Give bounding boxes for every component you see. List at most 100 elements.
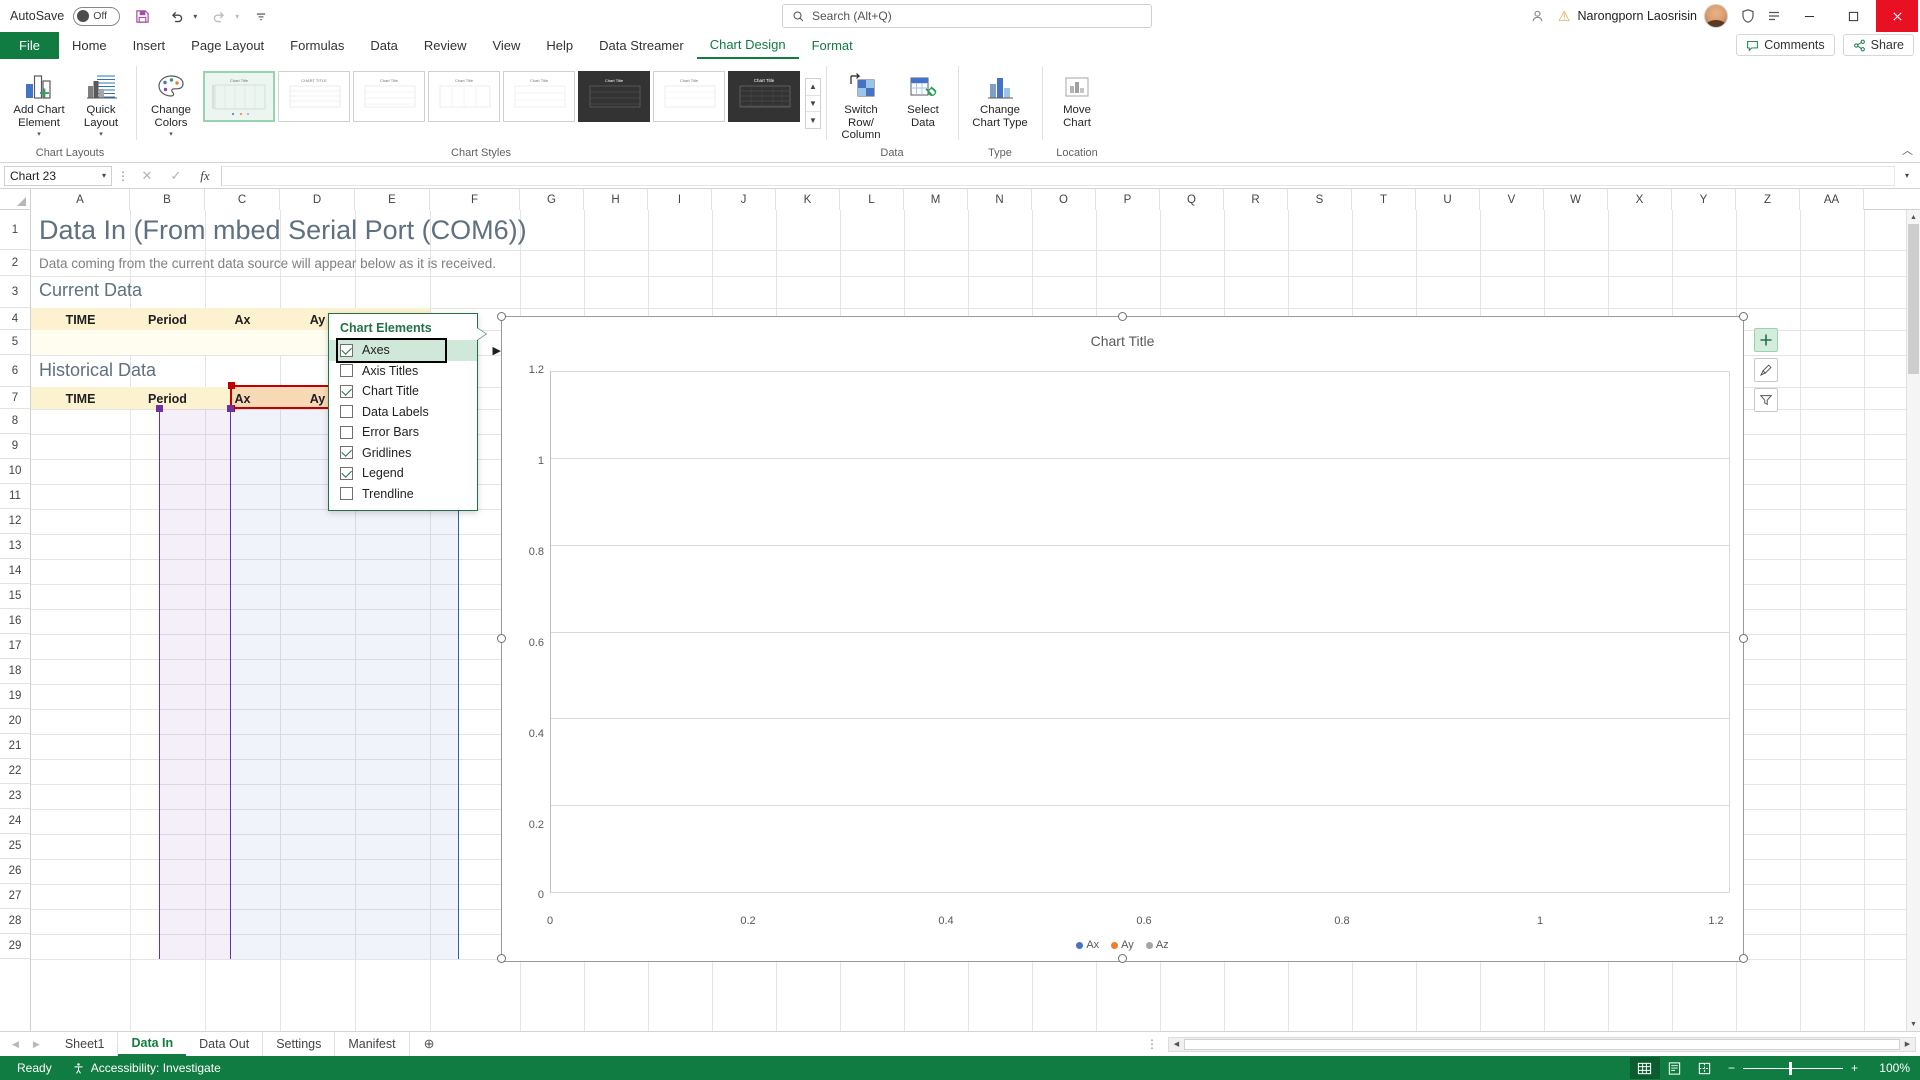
- row-header-17[interactable]: 17: [0, 634, 30, 659]
- row-header-19[interactable]: 19: [0, 684, 30, 709]
- zoom-level[interactable]: 100%: [1866, 1061, 1910, 1075]
- chart-style-thumb-2[interactable]: CHART TITLE: [278, 71, 350, 122]
- sheet-tab-manifest[interactable]: Manifest: [335, 1032, 410, 1056]
- chart-element-legend[interactable]: Legend: [329, 463, 477, 484]
- page-layout-view-button[interactable]: [1660, 1057, 1690, 1079]
- range-handle-tl[interactable]: [228, 382, 235, 389]
- chart-element-error-bars[interactable]: Error Bars: [329, 422, 477, 443]
- column-header-U[interactable]: U: [1416, 189, 1480, 210]
- column-header-K[interactable]: K: [776, 189, 840, 210]
- chart-style-thumb-6[interactable]: Chart Title: [578, 71, 650, 122]
- ribbon-tab-data[interactable]: Data: [357, 32, 410, 59]
- name-box[interactable]: Chart 23 ▾: [4, 165, 112, 186]
- account-info[interactable]: ⚠ Narongporn Laosrisin: [1552, 4, 1734, 28]
- restore-button[interactable]: [1832, 0, 1874, 32]
- chart-handle-bottom-left[interactable]: [497, 954, 506, 963]
- checkbox-trendline[interactable]: [340, 487, 353, 501]
- scroll-up-icon[interactable]: ▲: [1907, 210, 1920, 224]
- accessibility-status[interactable]: Accessibility: Investigate: [62, 1061, 231, 1075]
- change-chart-type-button[interactable]: Change Chart Type: [963, 64, 1037, 129]
- horizontal-scrollbar[interactable]: ◀ ▶: [1168, 1036, 1916, 1052]
- ribbon-tab-format[interactable]: Format: [799, 32, 866, 59]
- row-header-7[interactable]: 7: [0, 387, 30, 409]
- chart-style-thumb-7[interactable]: Chart Title: [653, 71, 725, 122]
- ribbon-tab-file[interactable]: File: [0, 32, 59, 59]
- chevron-down-icon[interactable]: ▾: [102, 171, 106, 180]
- formula-bar-menu-icon[interactable]: ⋮: [115, 169, 131, 183]
- column-header-M[interactable]: M: [904, 189, 968, 210]
- row-header-13[interactable]: 13: [0, 534, 30, 559]
- minimize-button[interactable]: [1788, 0, 1830, 32]
- add-sheet-icon[interactable]: ⊕: [410, 1032, 449, 1056]
- checkbox-data-labels[interactable]: [340, 405, 353, 419]
- row-header-10[interactable]: 10: [0, 459, 30, 484]
- column-header-I[interactable]: I: [648, 189, 712, 210]
- chart-title[interactable]: Chart Title: [502, 333, 1743, 349]
- ribbon-tab-view[interactable]: View: [479, 32, 533, 59]
- column-header-Y[interactable]: Y: [1672, 189, 1736, 210]
- redo-icon[interactable]: [206, 4, 232, 28]
- column-header-D[interactable]: D: [280, 189, 355, 210]
- legend-item-az[interactable]: Az: [1145, 939, 1169, 951]
- ribbon-tab-data-streamer[interactable]: Data Streamer: [586, 32, 697, 59]
- zoom-in-button[interactable]: +: [1851, 1061, 1858, 1075]
- column-header-B[interactable]: B: [130, 189, 205, 210]
- zoom-knob[interactable]: [1788, 1061, 1792, 1075]
- gallery-scroll-down-icon[interactable]: ▼: [806, 96, 820, 113]
- chart-handle-top-center[interactable]: [1118, 312, 1127, 321]
- column-header-W[interactable]: W: [1544, 189, 1608, 210]
- row-header-27[interactable]: 27: [0, 884, 30, 909]
- checkbox-error-bars[interactable]: [340, 425, 353, 439]
- gallery-expand-icon[interactable]: ▼: [806, 112, 820, 128]
- ribbon-tab-review[interactable]: Review: [411, 32, 480, 59]
- sheet-tab-settings[interactable]: Settings: [263, 1032, 336, 1056]
- row-header-15[interactable]: 15: [0, 584, 30, 609]
- chart-element-trendline[interactable]: Trendline: [329, 484, 477, 505]
- row-header-21[interactable]: 21: [0, 734, 30, 759]
- chart-filters-button[interactable]: [1754, 388, 1778, 412]
- row-header-11[interactable]: 11: [0, 484, 30, 509]
- comments-button[interactable]: Comments: [1736, 34, 1835, 56]
- sheet-resize-handle[interactable]: ⋮: [1136, 1037, 1168, 1051]
- horizontal-scroll-thumb[interactable]: [1184, 1038, 1900, 1050]
- row-header-22[interactable]: 22: [0, 759, 30, 784]
- row-header-14[interactable]: 14: [0, 559, 30, 584]
- vertical-scrollbar[interactable]: ▲ ▼: [1906, 210, 1920, 1031]
- chart-style-thumb-8[interactable]: Chart Title: [728, 71, 800, 122]
- presence-icon[interactable]: [1526, 4, 1550, 28]
- select-data-button[interactable]: Select Data: [893, 64, 953, 129]
- zoom-track[interactable]: [1742, 1061, 1843, 1075]
- expand-formula-bar-icon[interactable]: ▾: [1898, 171, 1916, 180]
- select-all-corner[interactable]: [0, 189, 31, 209]
- legend-item-ay[interactable]: Ay: [1111, 939, 1134, 951]
- customize-quick-access-icon[interactable]: [248, 4, 274, 28]
- chart-element-gridlines[interactable]: Gridlines: [329, 443, 477, 464]
- period-handle-tr[interactable]: [227, 405, 234, 412]
- chart-legend[interactable]: Ax Ay Az: [502, 939, 1743, 951]
- row-header-18[interactable]: 18: [0, 659, 30, 684]
- insert-function-icon[interactable]: fx: [192, 166, 218, 186]
- redo-dropdown-icon[interactable]: ▾: [235, 12, 239, 21]
- ribbon-display-options-icon[interactable]: [1762, 4, 1786, 28]
- formula-input[interactable]: [221, 165, 1895, 186]
- chart-elements-panel[interactable]: Chart Elements Axes ▶ Axis Titles Chart …: [328, 313, 501, 511]
- chart-element-data-labels[interactable]: Data Labels: [329, 402, 477, 423]
- column-header-X[interactable]: X: [1608, 189, 1672, 210]
- chart-plot-area[interactable]: [550, 371, 1730, 893]
- collapse-ribbon-icon[interactable]: ︿: [1902, 142, 1913, 158]
- move-chart-button[interactable]: Move Chart: [1047, 64, 1107, 129]
- row-header-1[interactable]: 1: [0, 210, 30, 250]
- column-header-S[interactable]: S: [1288, 189, 1352, 210]
- switch-row-column-button[interactable]: Switch Row/ Column: [831, 64, 891, 142]
- change-colors-button[interactable]: Change Colors ▾: [141, 64, 201, 142]
- chart-style-thumb-4[interactable]: Chart Title: [428, 71, 500, 122]
- chart-styles-scroll[interactable]: ▲ ▼ ▼: [805, 78, 821, 129]
- column-header-A[interactable]: A: [31, 189, 130, 210]
- ribbon-tab-home[interactable]: Home: [59, 32, 120, 59]
- column-header-P[interactable]: P: [1096, 189, 1160, 210]
- column-header-R[interactable]: R: [1224, 189, 1288, 210]
- grid-cells[interactable]: Data In (From mbed Serial Port (COM6)) D…: [31, 210, 1920, 1031]
- column-header-AA[interactable]: AA: [1800, 189, 1864, 210]
- autosave-toggle[interactable]: Off: [73, 6, 121, 26]
- quick-layout-button[interactable]: Quick Layout ▾: [71, 64, 131, 142]
